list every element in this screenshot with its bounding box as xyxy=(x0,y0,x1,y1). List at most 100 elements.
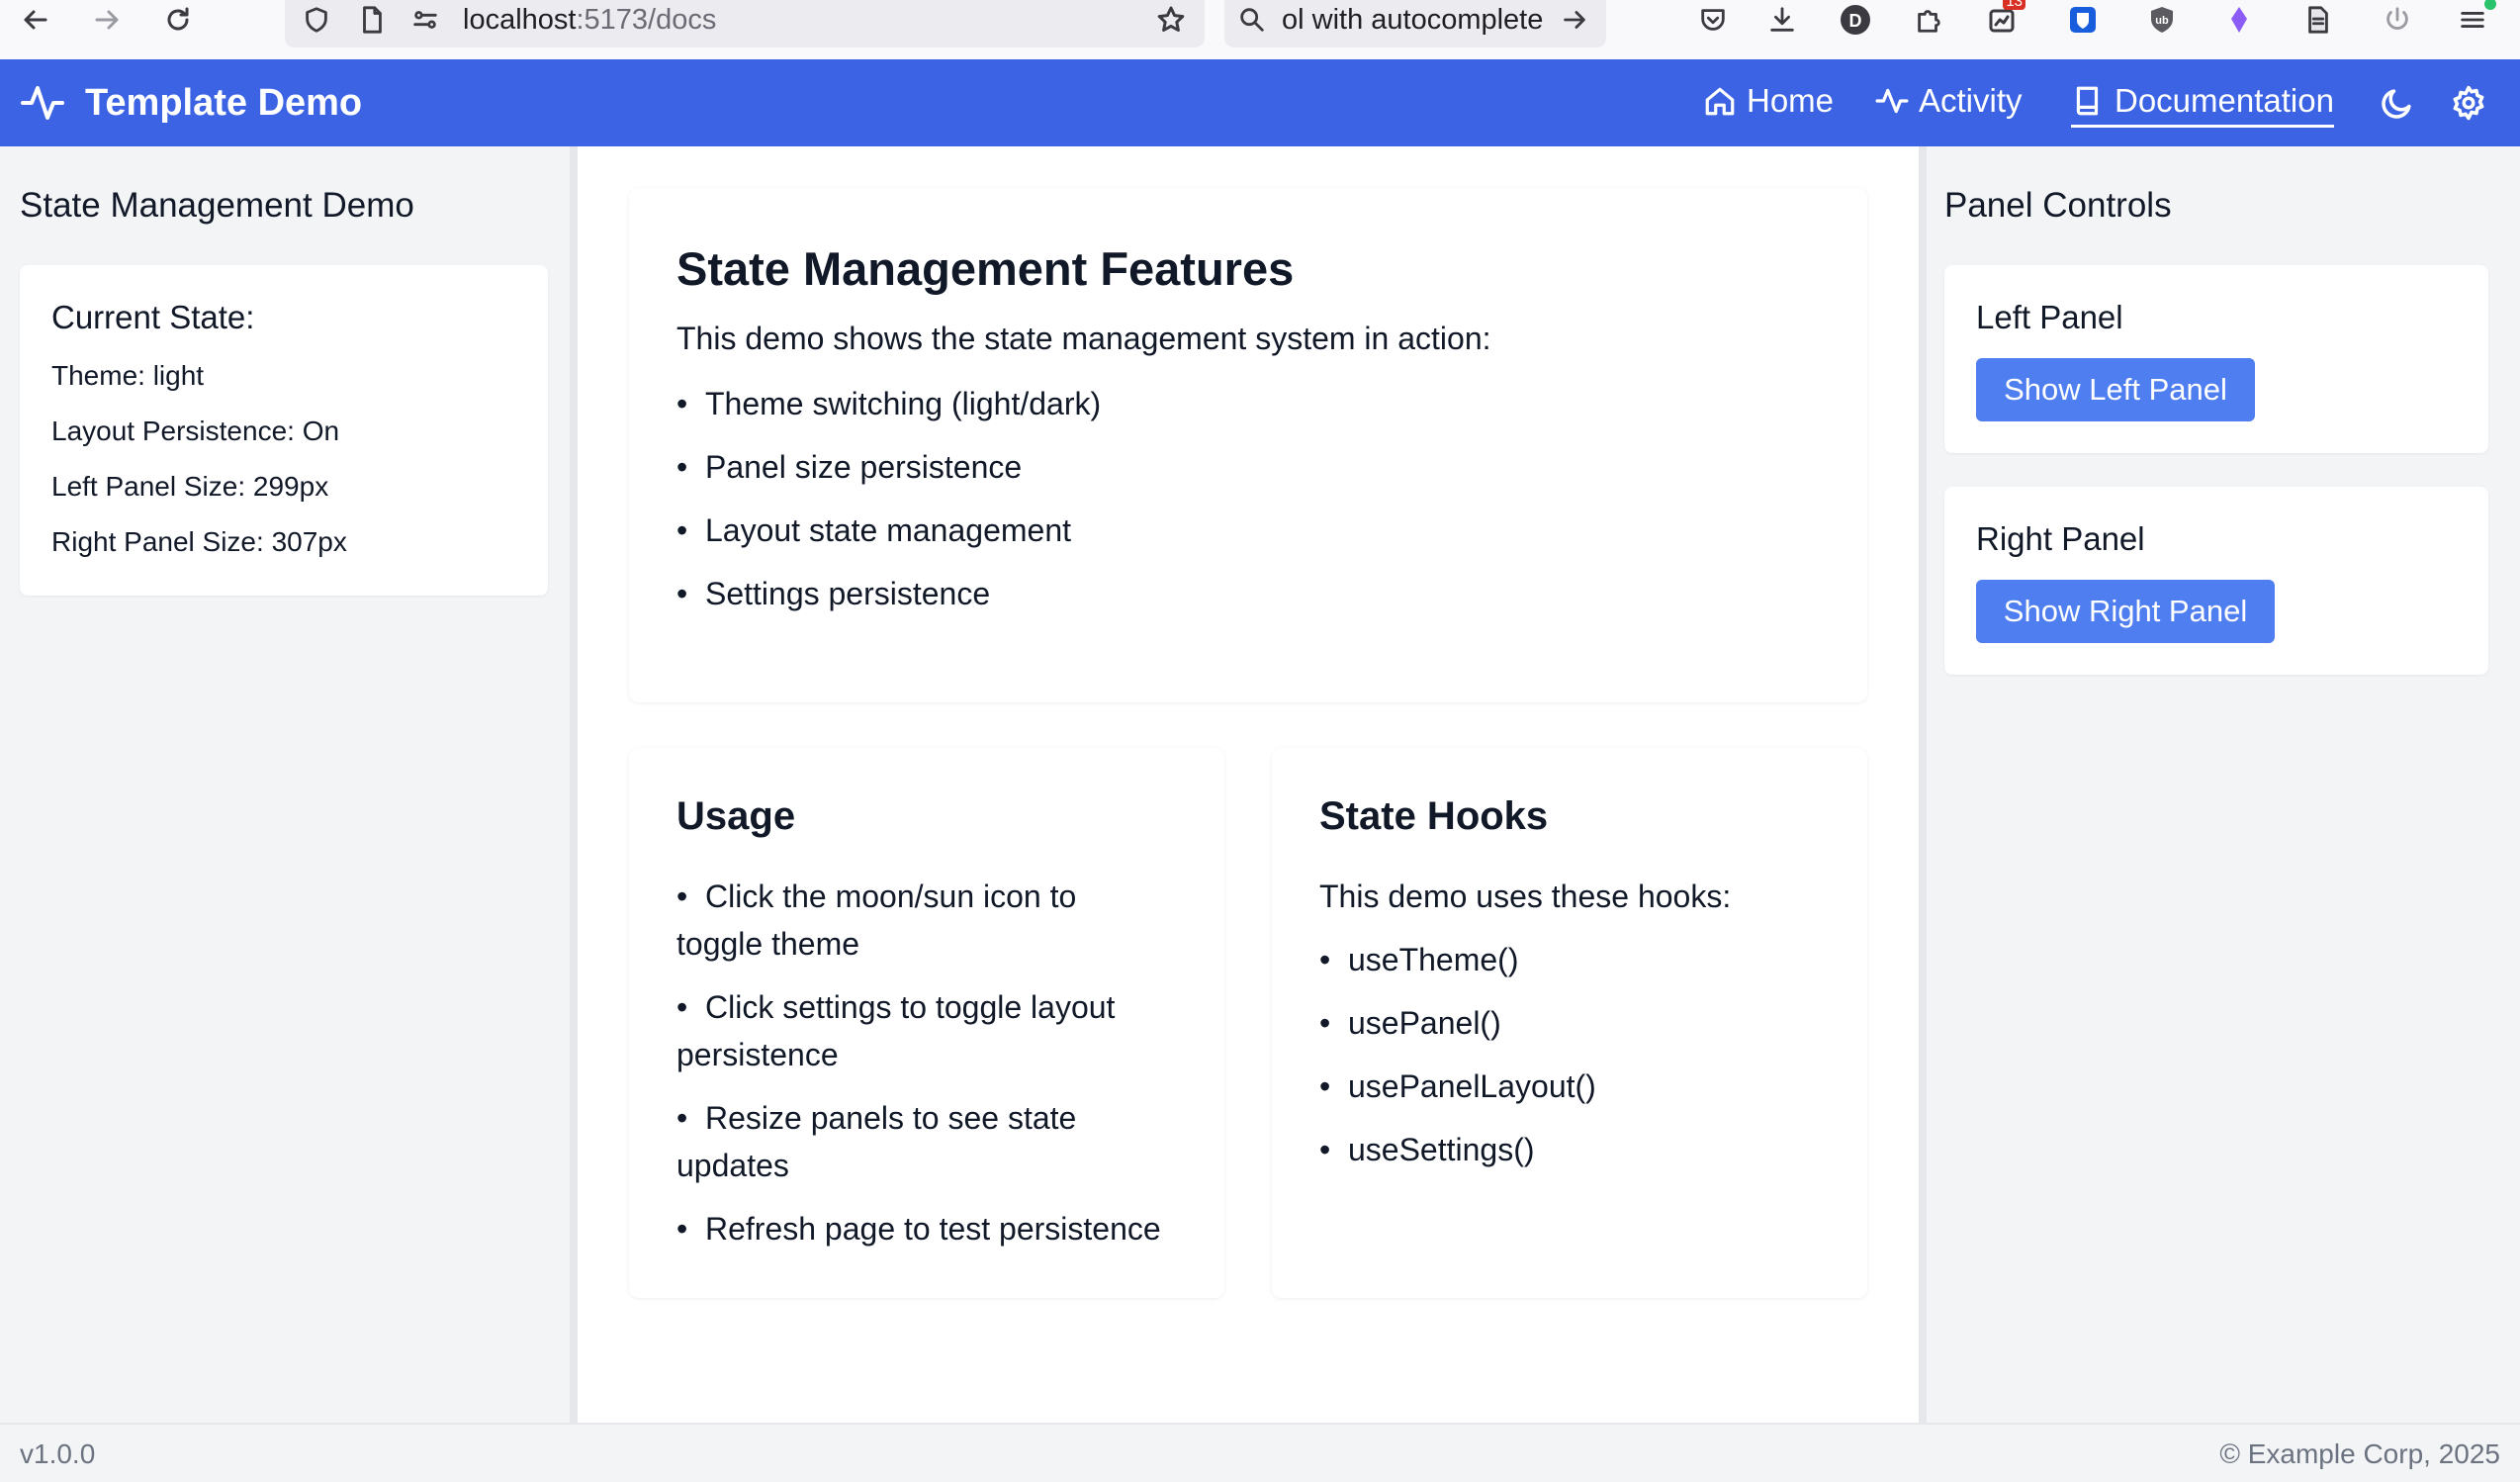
state-hooks-card: State Hooks This demo uses these hooks: … xyxy=(1272,748,1867,1298)
list-item: • useSettings() xyxy=(1319,1132,1535,1167)
right-resize-handle[interactable] xyxy=(1919,146,1927,1423)
state-layout-persistence: Layout Persistence: On xyxy=(51,416,340,446)
usage-title: Usage xyxy=(676,794,796,838)
url-path: :5173/docs xyxy=(576,4,717,36)
home-icon xyxy=(1705,87,1735,116)
shield-icon[interactable] xyxy=(297,2,336,38)
list-item: • Panel size persistence xyxy=(676,449,1023,485)
right-panel-control-title: Right Panel xyxy=(1976,520,2145,557)
version-label: v1.0.0 xyxy=(20,1438,96,1469)
menu-icon[interactable] xyxy=(2453,0,2496,40)
main-content: State Management Features This demo show… xyxy=(578,146,1919,1423)
search-bar[interactable]: ol with autocomplete xyxy=(1224,0,1606,47)
list-item: • Resize panels to see state xyxy=(676,1100,1077,1136)
show-left-panel-button[interactable]: Show Left Panel xyxy=(1976,358,2255,421)
bookmark-star-icon[interactable] xyxy=(1151,2,1191,38)
current-state-card: Current State: Theme: light Layout Persi… xyxy=(20,265,548,596)
svg-text:D: D xyxy=(1849,11,1862,31)
permissions-icon[interactable] xyxy=(405,2,445,38)
list-item: • Theme switching (light/dark) xyxy=(676,386,1102,421)
theme-toggle-moon-icon[interactable] xyxy=(2376,81,2419,125)
list-item-text: Click settings to toggle layout xyxy=(704,989,1116,1025)
back-icon[interactable] xyxy=(16,2,55,38)
svg-text:ub: ub xyxy=(2155,15,2169,27)
book-icon xyxy=(2076,86,2099,116)
list-item: • Refresh page to test persistence xyxy=(676,1211,1161,1247)
state-hooks-intro: This demo uses these hooks: xyxy=(1319,879,1732,914)
nav-documentation-label: Documentation xyxy=(2115,82,2334,119)
list-item-continuation: toggle theme xyxy=(676,926,860,962)
power-icon[interactable] xyxy=(2378,0,2417,40)
nav-activity[interactable]: Activity xyxy=(1875,79,2023,123)
extension-d-icon[interactable]: D xyxy=(1836,0,1875,40)
nav-home[interactable]: Home xyxy=(1703,79,1834,123)
activity-icon xyxy=(1875,88,1909,114)
list-item-text: Settings persistence xyxy=(704,576,991,611)
extension-badge-count: 13 xyxy=(2003,0,2025,10)
extension-crystal-icon[interactable] xyxy=(2219,0,2259,40)
state-hooks-title: State Hooks xyxy=(1319,794,1549,838)
list-item-text: usePanelLayout() xyxy=(1347,1068,1596,1104)
list-item-text: useSettings() xyxy=(1347,1132,1535,1167)
list-item: • Layout state management xyxy=(676,512,1071,548)
footer: v1.0.0 © Example Corp, 2025 xyxy=(0,1423,2520,1482)
features-intro: This demo shows the state management sys… xyxy=(676,321,1491,356)
left-panel-control-title: Left Panel xyxy=(1976,299,2123,335)
nav-documentation[interactable]: Documentation xyxy=(2071,79,2334,128)
settings-gear-icon[interactable] xyxy=(2447,81,2490,125)
reload-icon[interactable] xyxy=(158,2,198,38)
list-item-text: Refresh page to test persistence xyxy=(704,1211,1161,1247)
state-right-panel-size: Right Panel Size: 307px xyxy=(51,526,347,557)
list-item-text: Resize panels to see state xyxy=(704,1100,1077,1136)
activity-logo-icon xyxy=(21,86,64,120)
url-host: localhost xyxy=(463,4,577,36)
right-panel-title: Panel Controls xyxy=(1944,186,2172,225)
ublock-icon[interactable]: ub xyxy=(2142,0,2182,40)
copyright-label: © Example Corp, 2025 xyxy=(2219,1438,2500,1469)
left-panel: State Management Demo Current State: The… xyxy=(0,146,570,1423)
app-title: Template Demo xyxy=(85,82,363,124)
search-text: ol with autocomplete xyxy=(1282,4,1544,36)
left-resize-handle[interactable] xyxy=(570,146,578,1423)
list-item-text: usePanel() xyxy=(1347,1005,1501,1041)
pocket-icon[interactable] xyxy=(1693,0,1733,40)
extension-badge-icon[interactable]: 13 xyxy=(1982,0,2025,40)
left-panel-control-card: Left Panel Show Left Panel xyxy=(1944,265,2488,453)
list-item-text: Click the moon/sun icon to xyxy=(704,879,1077,914)
list-item: • Click settings to toggle layout xyxy=(676,989,1116,1025)
list-item: • Settings persistence xyxy=(676,576,991,611)
list-item-text: Theme switching (light/dark) xyxy=(704,386,1102,421)
list-item: • usePanelLayout() xyxy=(1319,1068,1596,1104)
right-panel: Panel Controls Left Panel Show Left Pane… xyxy=(1927,146,2520,1423)
search-icon xyxy=(1232,2,1272,38)
list-item-continuation: updates xyxy=(676,1148,789,1183)
bitwarden-icon[interactable] xyxy=(2063,0,2103,40)
list-item: • usePanel() xyxy=(1319,1005,1501,1041)
usage-card: Usage • Click the moon/sun icon to toggl… xyxy=(629,748,1224,1298)
reader-icon[interactable] xyxy=(2298,0,2338,40)
downloads-icon[interactable] xyxy=(1762,0,1802,40)
page-icon xyxy=(352,2,392,38)
list-item-text: useTheme() xyxy=(1347,942,1519,977)
left-panel-title: State Management Demo xyxy=(20,186,414,225)
features-title: State Management Features xyxy=(676,242,1295,295)
state-left-panel-size: Left Panel Size: 299px xyxy=(51,471,329,502)
forward-icon[interactable] xyxy=(87,2,127,38)
nav-activity-label: Activity xyxy=(1919,82,2023,119)
list-item-continuation: persistence xyxy=(676,1037,839,1072)
search-go-icon[interactable] xyxy=(1555,2,1594,38)
nav-home-label: Home xyxy=(1747,82,1835,119)
extensions-puzzle-icon[interactable] xyxy=(1909,0,1948,40)
url-bar[interactable]: localhost:5173/docs xyxy=(285,0,1205,47)
right-panel-control-card: Right Panel Show Right Panel xyxy=(1944,487,2488,675)
state-theme: Theme: light xyxy=(51,360,205,391)
app-header: Template Demo Home Activity Documentatio… xyxy=(0,59,2520,146)
features-card: State Management Features This demo show… xyxy=(629,188,1867,702)
list-item-text: Panel size persistence xyxy=(704,449,1023,485)
url-text: localhost:5173/docs xyxy=(463,2,716,38)
current-state-title: Current State: xyxy=(51,299,255,335)
brand[interactable]: Template Demo xyxy=(20,79,362,127)
show-right-panel-button[interactable]: Show Right Panel xyxy=(1976,580,2275,643)
browser-toolbar: localhost:5173/docs ol with autocomplete… xyxy=(0,0,2520,59)
list-item-text: Layout state management xyxy=(704,512,1071,548)
